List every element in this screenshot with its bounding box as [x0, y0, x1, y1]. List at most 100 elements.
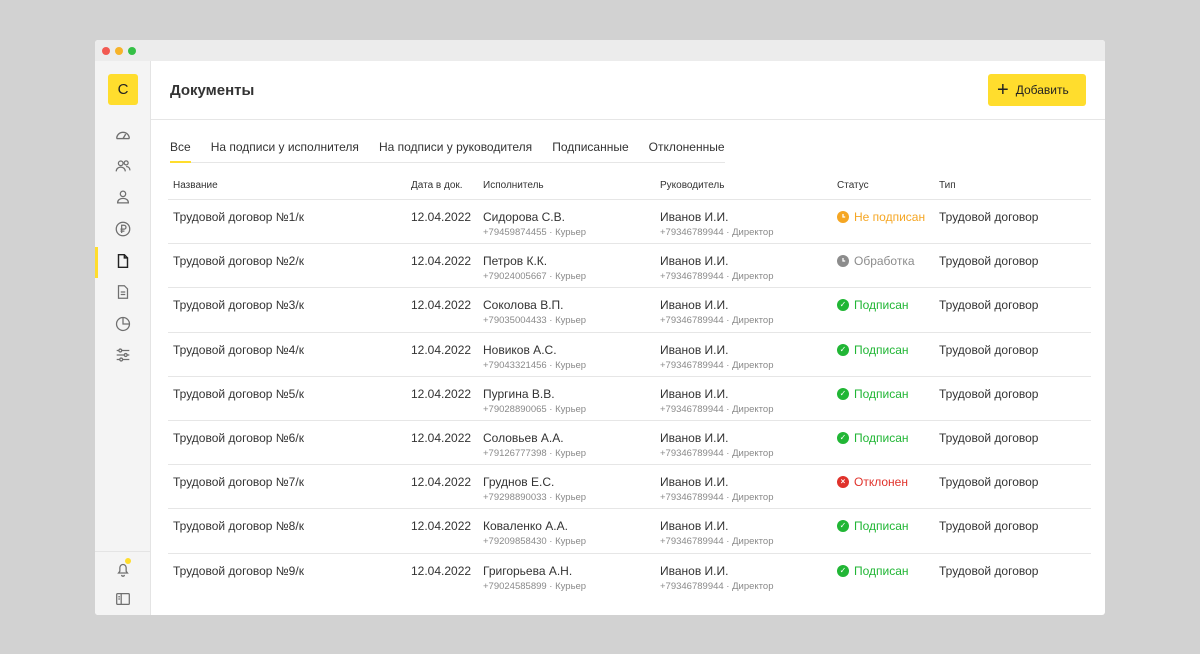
table-body: Трудовой договор №1/к 12.04.2022 Сидорова … — [168, 200, 1091, 598]
table-row[interactable]: Трудовой договор №5/к 12.04.2022 Пургина В… — [168, 377, 1091, 421]
document-name[interactable]: Трудовой договор №4/к — [173, 343, 304, 357]
maximize-window-dot[interactable] — [128, 47, 136, 55]
table-row[interactable]: Трудовой договор №7/к 12.04.2022 Груднов Е… — [168, 465, 1091, 510]
table-row[interactable]: Трудовой договор №4/к 12.04.2022 Новиков А… — [168, 333, 1091, 377]
column-header-date[interactable]: Дата в док. — [411, 180, 463, 191]
document-date: 12.04.2022 — [411, 386, 472, 401]
notification-dot — [125, 558, 131, 564]
manager-name: Иванов И.И. — [660, 254, 729, 269]
documents-table: Название Дата в док. Исполнитель Руковод… — [168, 179, 1091, 598]
sidebar-item-settings[interactable] — [95, 341, 151, 369]
close-window-dot[interactable] — [102, 47, 110, 55]
executor-name: Пургина В.В. — [483, 386, 555, 401]
person-icon — [116, 190, 130, 204]
document-name[interactable]: Трудовой договор №3/к — [173, 298, 304, 312]
sidebar-item-person[interactable] — [95, 183, 151, 211]
minimize-window-dot[interactable] — [115, 47, 123, 55]
signed-status-icon: ✓ — [837, 299, 849, 312]
pie-chart-icon — [115, 316, 131, 332]
executor-details: +79024585899 · Курьер — [483, 580, 587, 592]
sidebar-item-finance[interactable] — [95, 215, 151, 243]
tab-signed[interactable]: Подписанные — [552, 140, 628, 162]
executor-name: Новиков А.С. — [483, 342, 557, 357]
executor-details: +79209858430 · Курьер — [483, 536, 587, 548]
column-header-manager[interactable]: Руководитель — [660, 180, 724, 191]
sidebar: С — [95, 61, 151, 615]
status-label: Подписан — [854, 298, 909, 313]
tab-executor-signing[interactable]: На подписи у исполнителя — [211, 140, 359, 162]
settings-sliders-icon — [116, 348, 130, 362]
users-icon — [115, 160, 131, 172]
executor-details: +79035004433 · Курьер — [483, 315, 587, 327]
table-row[interactable]: Трудовой договор №8/к 12.04.2022 Коваленко… — [168, 509, 1091, 554]
document-name[interactable]: Трудовой договор №8/к — [173, 519, 304, 533]
status-label: Отклонен — [854, 475, 908, 490]
column-header-name[interactable]: Название — [173, 180, 218, 191]
table-row[interactable]: Трудовой договор №2/к 12.04.2022 Петров К.… — [168, 244, 1091, 289]
sidebar-item-users[interactable] — [95, 152, 151, 180]
manager-details: +79346789944 · Директор — [660, 447, 774, 459]
document-name[interactable]: Трудовой договор №5/к — [173, 387, 304, 401]
executor-details: +79043321456 · Курьер — [483, 359, 587, 371]
manager-name: Иванов И.И. — [660, 475, 729, 490]
signed-status-icon: ✓ — [837, 343, 849, 356]
document-name[interactable]: Трудовой договор №9/к — [173, 564, 304, 578]
status-badge: Обработка — [837, 254, 915, 268]
document-date: 12.04.2022 — [411, 342, 472, 357]
executor-details: +79126777398 · Курьер — [483, 447, 587, 459]
document-date: 12.04.2022 — [411, 475, 472, 490]
status-label: Подписан — [854, 563, 909, 578]
status-badge: ✓ Подписан — [837, 431, 909, 445]
table-row[interactable]: Трудовой договор №6/к 12.04.2022 Соловьев … — [168, 421, 1091, 466]
manager-name: Иванов И.И. — [660, 386, 729, 401]
signed-status-icon: ✓ — [837, 431, 849, 444]
manager-details: +79346789944 · Директор — [660, 271, 774, 283]
sidebar-item-reports[interactable] — [95, 278, 151, 306]
document-name[interactable]: Трудовой договор №7/к — [173, 475, 304, 489]
document-date: 12.04.2022 — [411, 210, 472, 224]
column-header-type[interactable]: Тип — [939, 180, 956, 191]
table-row[interactable]: Трудовой договор №3/к 12.04.2022 Соколова … — [168, 288, 1091, 333]
executor-details: +79028890065 · Курьер — [483, 403, 587, 415]
status-badge: ✓ Подписан — [837, 564, 909, 578]
manager-name: Иванов И.И. — [660, 210, 729, 224]
rejected-status-icon: × — [837, 476, 849, 489]
document-icon — [117, 253, 129, 269]
document-text-icon — [117, 285, 129, 299]
document-name[interactable]: Трудовой договор №6/к — [173, 431, 304, 445]
sidebar-item-documents[interactable] — [95, 247, 151, 278]
add-button[interactable]: + Добавить — [988, 74, 1086, 106]
sidebar-item-analytics[interactable] — [95, 310, 151, 338]
main-content: Документы + Добавить Все На подписи у ис… — [151, 61, 1105, 615]
title-bar — [95, 40, 1105, 61]
tab-all[interactable]: Все — [170, 140, 191, 163]
table-row[interactable]: Трудовой договор №9/к 12.04.2022 Григорьев… — [168, 554, 1091, 598]
document-date: 12.04.2022 — [411, 430, 472, 445]
sidebar-item-collapse[interactable] — [95, 585, 151, 613]
column-header-executor[interactable]: Исполнитель — [483, 180, 544, 191]
table-row[interactable]: Трудовой договор №1/к 12.04.2022 Сидорова … — [168, 200, 1091, 245]
document-name[interactable]: Трудовой договор №2/к — [173, 254, 304, 268]
status-label: Подписан — [854, 430, 909, 445]
sidebar-item-notifications[interactable] — [95, 555, 151, 583]
executor-name: Коваленко А.А. — [483, 519, 568, 534]
document-type: Трудовой договор — [939, 475, 1039, 490]
status-label: Не подписан — [854, 210, 926, 224]
manager-details: +79346789944 · Директор — [660, 403, 774, 415]
document-type: Трудовой договор — [939, 386, 1039, 401]
document-name[interactable]: Трудовой договор №1/к — [173, 210, 304, 224]
signed-status-icon: ✓ — [837, 564, 849, 577]
dashboard-icon — [116, 131, 130, 140]
executor-details: +79024005667 · Курьер — [483, 271, 587, 283]
document-type: Трудовой договор — [939, 342, 1039, 357]
sidebar-item-dashboard[interactable] — [95, 121, 151, 149]
tab-rejected[interactable]: Отклоненные — [649, 140, 725, 162]
manager-details: +79346789944 · Директор — [660, 536, 774, 548]
logo[interactable]: С — [108, 74, 138, 105]
column-header-status[interactable]: Статус — [837, 180, 869, 191]
filter-tabs: Все На подписи у исполнителя На подписи … — [170, 140, 725, 163]
executor-details: +79459874455 · Курьер — [483, 227, 587, 238]
status-label: Подписан — [854, 519, 909, 534]
tab-manager-signing[interactable]: На подписи у руководителя — [379, 140, 532, 162]
sidebar-divider — [95, 551, 151, 552]
